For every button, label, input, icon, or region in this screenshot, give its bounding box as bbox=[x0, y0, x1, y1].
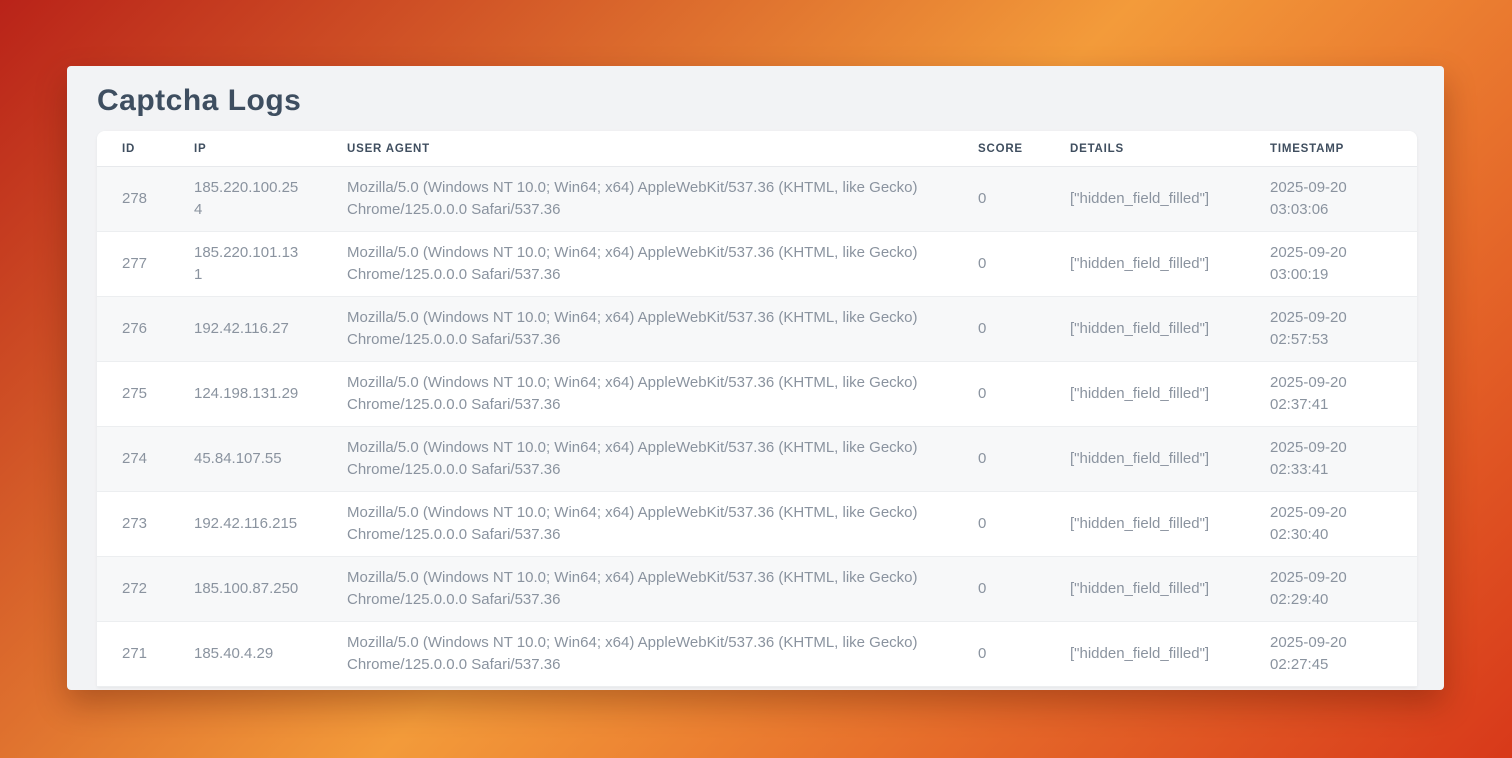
log-row: 272185.100.87.250Mozilla/5.0 (Windows NT… bbox=[97, 557, 1417, 622]
page-title: Captcha Logs bbox=[97, 82, 1417, 120]
cell-user_agent: Mozilla/5.0 (Windows NT 10.0; Win64; x64… bbox=[322, 622, 953, 687]
cell-timestamp: 2025-09-20 02:33:41 bbox=[1245, 427, 1417, 492]
cell-score: 0 bbox=[953, 362, 1045, 427]
cell-id: 277 bbox=[97, 232, 169, 297]
cell-details: ["hidden_field_filled"] bbox=[1045, 557, 1245, 622]
table-body: 278185.220.100.254Mozilla/5.0 (Windows N… bbox=[97, 167, 1417, 687]
cell-id: 275 bbox=[97, 362, 169, 427]
captcha-logs-card: Captcha Logs IDIPUSER AGENTSCOREDETAILST… bbox=[67, 66, 1444, 690]
cell-score: 0 bbox=[953, 427, 1045, 492]
cell-score: 0 bbox=[953, 492, 1045, 557]
cell-user_agent: Mozilla/5.0 (Windows NT 10.0; Win64; x64… bbox=[322, 492, 953, 557]
cell-score: 0 bbox=[953, 622, 1045, 687]
cell-ip: 192.42.116.215 bbox=[169, 492, 322, 557]
cell-user_agent: Mozilla/5.0 (Windows NT 10.0; Win64; x64… bbox=[322, 557, 953, 622]
cell-timestamp: 2025-09-20 02:30:40 bbox=[1245, 492, 1417, 557]
cell-user_agent: Mozilla/5.0 (Windows NT 10.0; Win64; x64… bbox=[322, 427, 953, 492]
cell-ip: 185.100.87.250 bbox=[169, 557, 322, 622]
log-row: 276192.42.116.27Mozilla/5.0 (Windows NT … bbox=[97, 297, 1417, 362]
cell-details: ["hidden_field_filled"] bbox=[1045, 362, 1245, 427]
log-row: 27445.84.107.55Mozilla/5.0 (Windows NT 1… bbox=[97, 427, 1417, 492]
cell-ip: 185.220.101.131 bbox=[169, 232, 322, 297]
cell-id: 274 bbox=[97, 427, 169, 492]
cell-user_agent: Mozilla/5.0 (Windows NT 10.0; Win64; x64… bbox=[322, 232, 953, 297]
column-header-user_agent: USER AGENT bbox=[322, 131, 953, 167]
cell-score: 0 bbox=[953, 232, 1045, 297]
cell-timestamp: 2025-09-20 02:27:45 bbox=[1245, 622, 1417, 687]
cell-user_agent: Mozilla/5.0 (Windows NT 10.0; Win64; x64… bbox=[322, 362, 953, 427]
cell-score: 0 bbox=[953, 557, 1045, 622]
column-header-id: ID bbox=[97, 131, 169, 167]
cell-user_agent: Mozilla/5.0 (Windows NT 10.0; Win64; x64… bbox=[322, 297, 953, 362]
cell-timestamp: 2025-09-20 02:29:40 bbox=[1245, 557, 1417, 622]
cell-id: 276 bbox=[97, 297, 169, 362]
cell-ip: 185.220.100.254 bbox=[169, 167, 322, 232]
table-header-row: IDIPUSER AGENTSCOREDETAILSTIMESTAMP bbox=[97, 131, 1417, 167]
cell-details: ["hidden_field_filled"] bbox=[1045, 297, 1245, 362]
cell-score: 0 bbox=[953, 167, 1045, 232]
column-header-timestamp: TIMESTAMP bbox=[1245, 131, 1417, 167]
cell-details: ["hidden_field_filled"] bbox=[1045, 622, 1245, 687]
page-background: Captcha Logs IDIPUSER AGENTSCOREDETAILST… bbox=[0, 0, 1512, 758]
column-header-ip: IP bbox=[169, 131, 322, 167]
log-row: 273192.42.116.215Mozilla/5.0 (Windows NT… bbox=[97, 492, 1417, 557]
cell-ip: 185.40.4.29 bbox=[169, 622, 322, 687]
cell-details: ["hidden_field_filled"] bbox=[1045, 492, 1245, 557]
cell-id: 271 bbox=[97, 622, 169, 687]
table-header: IDIPUSER AGENTSCOREDETAILSTIMESTAMP bbox=[97, 131, 1417, 167]
cell-id: 278 bbox=[97, 167, 169, 232]
log-row: 271185.40.4.29Mozilla/5.0 (Windows NT 10… bbox=[97, 622, 1417, 687]
cell-details: ["hidden_field_filled"] bbox=[1045, 427, 1245, 492]
cell-details: ["hidden_field_filled"] bbox=[1045, 232, 1245, 297]
cell-user_agent: Mozilla/5.0 (Windows NT 10.0; Win64; x64… bbox=[322, 167, 953, 232]
cell-id: 272 bbox=[97, 557, 169, 622]
logs-table-container: IDIPUSER AGENTSCOREDETAILSTIMESTAMP 2781… bbox=[97, 131, 1417, 687]
cell-ip: 192.42.116.27 bbox=[169, 297, 322, 362]
column-header-details: DETAILS bbox=[1045, 131, 1245, 167]
column-header-score: SCORE bbox=[953, 131, 1045, 167]
log-row: 278185.220.100.254Mozilla/5.0 (Windows N… bbox=[97, 167, 1417, 232]
cell-timestamp: 2025-09-20 03:00:19 bbox=[1245, 232, 1417, 297]
cell-details: ["hidden_field_filled"] bbox=[1045, 167, 1245, 232]
cell-id: 273 bbox=[97, 492, 169, 557]
cell-ip: 45.84.107.55 bbox=[169, 427, 322, 492]
cell-timestamp: 2025-09-20 02:57:53 bbox=[1245, 297, 1417, 362]
cell-score: 0 bbox=[953, 297, 1045, 362]
log-row: 277185.220.101.131Mozilla/5.0 (Windows N… bbox=[97, 232, 1417, 297]
cell-timestamp: 2025-09-20 02:37:41 bbox=[1245, 362, 1417, 427]
log-row: 275124.198.131.29Mozilla/5.0 (Windows NT… bbox=[97, 362, 1417, 427]
cell-timestamp: 2025-09-20 03:03:06 bbox=[1245, 167, 1417, 232]
logs-table: IDIPUSER AGENTSCOREDETAILSTIMESTAMP 2781… bbox=[97, 131, 1417, 687]
cell-ip: 124.198.131.29 bbox=[169, 362, 322, 427]
